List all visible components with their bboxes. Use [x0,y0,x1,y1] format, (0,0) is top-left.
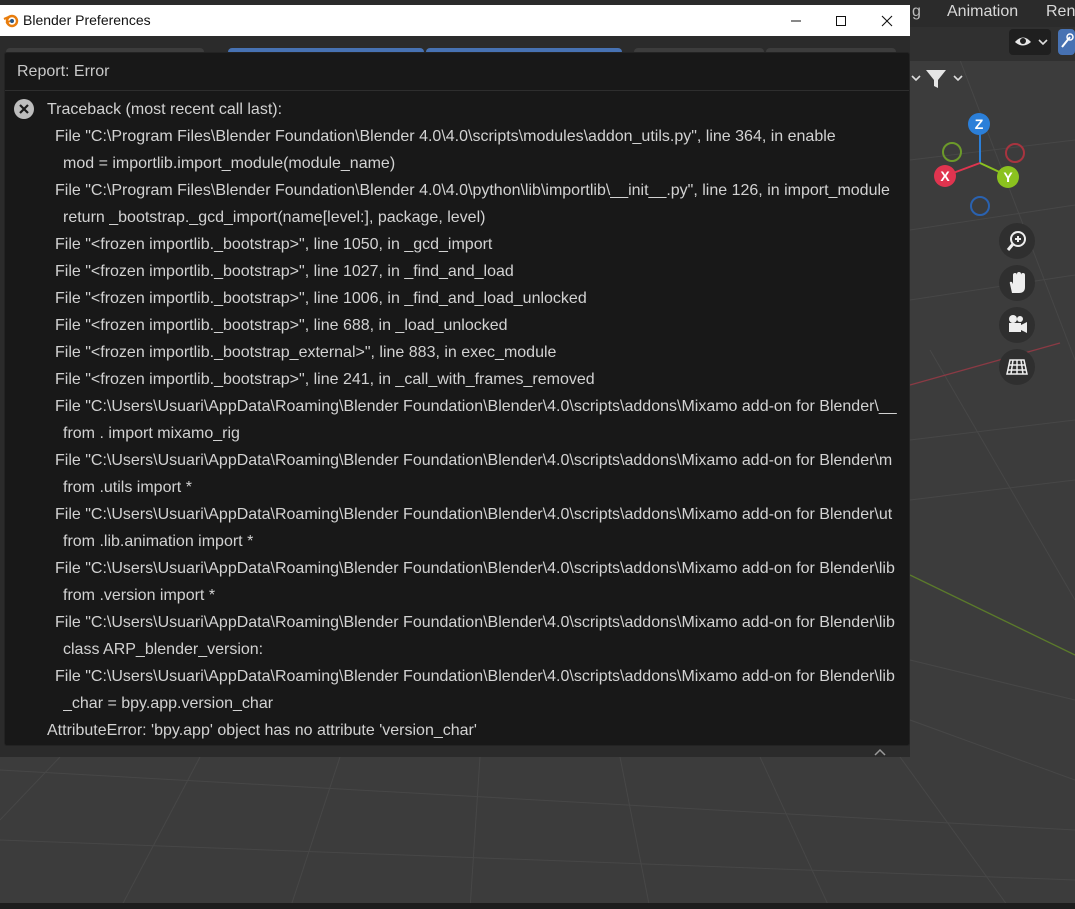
traceback-line: class ARP_blender_version: [63,641,264,658]
close-icon [881,15,893,26]
workspace-tab-rendering[interactable]: Ren [1046,3,1075,21]
traceback-message: Traceback (most recent call last): [47,101,283,118]
gizmo-toggle-button[interactable] [1058,29,1075,55]
report-header: Report: Error [17,63,110,80]
ortho-toggle-button[interactable] [999,349,1035,385]
traceback-message: AttributeError: 'bpy.app' object has no … [47,722,477,739]
filter-dropdown[interactable] [910,64,970,92]
axis-z-ball[interactable]: Z [968,113,990,135]
maximize-button[interactable] [818,5,864,36]
maximize-icon [836,15,846,26]
traceback-line: File "<frozen importlib._bootstrap>", li… [55,371,595,388]
workspace-tab-animation[interactable]: Animation [947,3,1018,21]
traceback-line: mod = importlib.import_module(module_nam… [63,155,396,172]
blender-icon [3,14,19,28]
traceback-line: File "<frozen importlib._bootstrap>", li… [55,263,514,280]
traceback-line: _char = bpy.app.version_char [63,695,274,712]
minimize-icon [791,20,801,21]
traceback-line: from .lib.animation import * [63,533,254,550]
traceback-line: File "C:\Program Files\Blender Foundatio… [55,182,890,199]
traceback-line: File "C:\Program Files\Blender Foundatio… [55,128,836,145]
eye-icon [1015,37,1048,46]
close-button[interactable] [864,5,910,36]
traceback-line: from .version import * [63,587,216,604]
traceback-line: File "C:\Users\Usuari\AppData\Roaming\Bl… [55,668,895,685]
traceback-line: from .utils import * [63,479,192,496]
traceback-line: File "<frozen importlib._bootstrap_exter… [55,344,557,361]
traceback-line: File "C:\Users\Usuari\AppData\Roaming\Bl… [55,398,897,415]
traceback-line: File "<frozen importlib._bootstrap>", li… [55,317,508,334]
camera-view-button[interactable] [999,307,1035,343]
window-title: Blender Preferences [23,12,151,28]
zoom-icon [1006,231,1026,251]
camera-icon [1009,315,1027,333]
traceback-lines: Traceback (most recent call last): File "… [5,95,909,743]
chevron-up-icon[interactable] [872,747,888,757]
window-titlebar[interactable]: Blender Preferences [0,5,910,36]
traceback-line: File "C:\Users\Usuari\AppData\Roaming\Bl… [55,614,895,631]
traceback-line: return _bootstrap._gcd_import(name[level… [63,209,486,226]
filter-icon [911,70,963,88]
traceback-line: File "C:\Users\Usuari\AppData\Roaming\Bl… [55,452,893,469]
pan-button[interactable] [999,265,1035,301]
visibility-dropdown[interactable] [1009,29,1051,55]
divider [5,90,909,91]
workspace-tab-partial[interactable]: g [912,3,921,21]
traceback-line: File "C:\Users\Usuari\AppData\Roaming\Bl… [55,506,893,523]
zoom-button[interactable] [999,223,1035,259]
minimize-button[interactable] [773,5,819,36]
hand-icon [1009,272,1025,293]
axis-x-ball[interactable]: X [934,165,956,187]
error-report-popup: Report: Error Traceback (most recent cal… [4,52,910,746]
grid-icon [1006,359,1028,375]
traceback-line: File "C:\Users\Usuari\AppData\Roaming\Bl… [55,560,895,577]
traceback-line: File "<frozen importlib._bootstrap>", li… [55,290,587,307]
traceback-line: File "<frozen importlib._bootstrap>", li… [55,236,493,253]
axis-y-ball[interactable]: Y [997,166,1019,188]
status-bar [0,903,1075,909]
gizmo-icon [1061,33,1074,48]
traceback-line: from . import mixamo_rig [63,425,240,442]
